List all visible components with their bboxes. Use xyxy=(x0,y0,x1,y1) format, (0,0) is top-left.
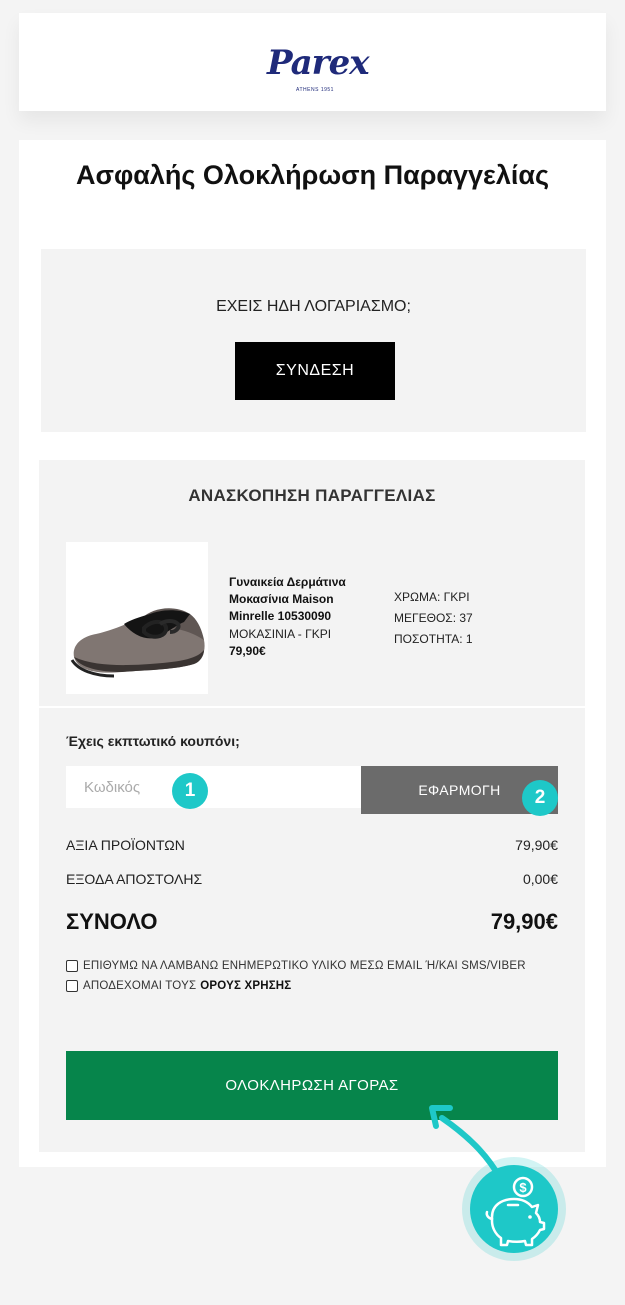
terms-link[interactable]: ΟΡΟΥΣ ΧΡΗΣΗΣ xyxy=(200,980,291,992)
product-name[interactable]: Γυναικεία Δερμάτινα Μοκασίνια Maison Min… xyxy=(229,574,379,625)
svg-text:$: $ xyxy=(519,1180,527,1195)
newsletter-consent[interactable]: ΕΠΙΘΥΜΩ ΝΑ ΛΑΜΒΑΝΩ ΕΝΗΜΕΡΩΤΙΚΟ ΥΛΙΚΟ ΜΕΣ… xyxy=(66,960,526,972)
total-row: ΣΥΝΟΛΟ 79,90€ xyxy=(66,909,558,935)
product-price: 79,90€ xyxy=(229,644,266,658)
newsletter-consent-text: ΕΠΙΘΥΜΩ ΝΑ ΛΑΜΒΑΝΩ ΕΝΗΜΕΡΩΤΙΚΟ ΥΛΙΚΟ ΜΕΣ… xyxy=(83,960,526,972)
coupon-code-input[interactable] xyxy=(66,766,361,808)
site-header: Parex ATHENS 1951 xyxy=(19,13,606,111)
coupon-label: Έχεις εκπτωτικό κουπόνι; xyxy=(66,733,240,749)
total-label: ΣΥΝΟΛΟ xyxy=(66,909,158,934)
newsletter-checkbox[interactable] xyxy=(66,960,78,972)
page-title: Ασφαλής Ολοκλήρωση Παραγγελίας xyxy=(75,160,550,190)
shipping-amount: 0,00€ xyxy=(522,871,558,887)
parex-logo[interactable]: Parex ATHENS 1951 xyxy=(267,43,370,107)
login-panel: ΕΧΕΙΣ ΗΔΗ ΛΟΓΑΡΙΑΣΜΟ; ΣΥΝΔΕΣΗ xyxy=(41,249,586,432)
shipping-row: ΕΞΟΔΑ ΑΠΟΣΤΟΛΗΣ 0,00€ xyxy=(66,871,558,887)
terms-consent-text: ΑΠΟΔΕΧΟΜΑΙ ΤΟΥΣ xyxy=(83,980,197,992)
total-amount: 79,90€ xyxy=(490,909,558,934)
logo-wordmark: Parex xyxy=(267,43,370,83)
order-review-title: ΑΝΑΣΚΟΠΗΣΗ ΠΑΡΑΓΓΕΛΙΑΣ xyxy=(188,486,436,505)
login-button[interactable]: ΣΥΝΔΕΣΗ xyxy=(235,342,395,400)
login-question: ΕΧΕΙΣ ΗΔΗ ΛΟΓΑΡΙΑΣΜΟ; xyxy=(216,298,411,315)
product-size: ΜΕΓΕΘΟΣ: 37 xyxy=(394,611,473,625)
step-marker-2: 2 xyxy=(522,780,558,816)
products-value-amount: 79,90€ xyxy=(515,837,558,853)
checkout-card: Ασφαλής Ολοκλήρωση Παραγγελίας ΕΧΕΙΣ ΗΔΗ… xyxy=(19,140,606,1167)
products-value-row: ΑΞΙΑ ΠΡΟΪΟΝΤΩΝ 79,90€ xyxy=(66,837,558,853)
product-image xyxy=(66,542,208,694)
loafer-shoe-image xyxy=(70,608,205,678)
logo-subtitle: ATHENS 1951 xyxy=(296,87,334,93)
terms-checkbox[interactable] xyxy=(66,980,78,992)
product-color: ΧΡΩΜΑ: ΓΚΡΙ xyxy=(394,590,470,604)
order-review-panel: ΑΝΑΣΚΟΠΗΣΗ ΠΑΡΑΓΓΕΛΙΑΣ Γυναικεία Δερμάτι… xyxy=(39,460,585,1152)
piggy-bank-icon: $ xyxy=(485,1176,546,1247)
products-value-label: ΑΞΙΑ ΠΡΟΪΟΝΤΩΝ xyxy=(66,837,185,853)
section-divider xyxy=(39,706,585,708)
terms-consent[interactable]: ΑΠΟΔΕΧΟΜΑΙ ΤΟΥΣ ΟΡΟΥΣ ΧΡΗΣΗΣ xyxy=(66,980,291,992)
savings-badge: $ xyxy=(462,1157,566,1261)
step-marker-1: 1 xyxy=(172,773,208,809)
product-category: ΜΟΚΑΣΙΝΙΑ - ΓΚΡΙ xyxy=(229,627,332,641)
product-quantity: ΠΟΣΟΤΗΤΑ: 1 xyxy=(394,632,473,646)
shipping-label: ΕΞΟΔΑ ΑΠΟΣΤΟΛΗΣ xyxy=(66,871,203,887)
savings-badge-inner: $ xyxy=(470,1165,558,1253)
